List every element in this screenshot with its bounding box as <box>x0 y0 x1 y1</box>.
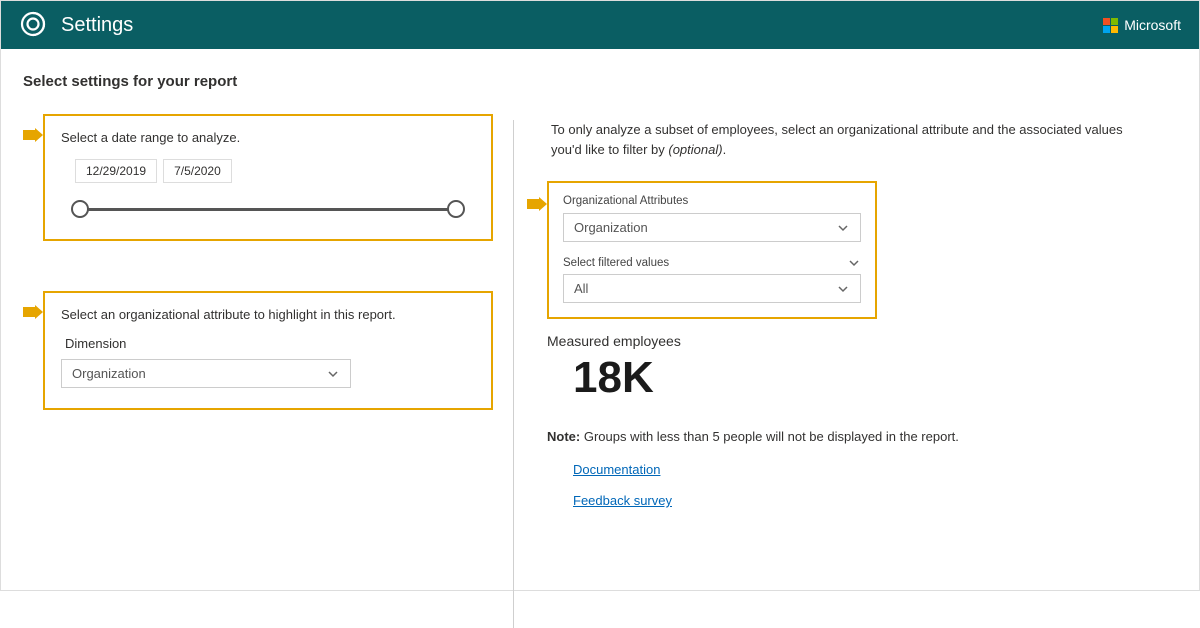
feedback-survey-link[interactable]: Feedback survey <box>573 493 1177 508</box>
brand-microsoft: Microsoft <box>1103 17 1181 33</box>
column-divider <box>513 120 514 628</box>
section-title: Select settings for your report <box>23 73 1177 90</box>
dimension-select-value: Organization <box>72 366 146 381</box>
filter-intro-text: To only analyze a subset of employees, s… <box>551 120 1151 159</box>
date-end-input[interactable]: 7/5/2020 <box>163 159 232 183</box>
org-attributes-label: Organizational Attributes <box>563 195 861 207</box>
chevron-down-icon[interactable] <box>847 256 861 270</box>
filtered-values-label: Select filtered values <box>563 257 669 269</box>
chevron-down-icon <box>326 367 340 381</box>
callout-arrow-icon <box>527 197 547 211</box>
filtered-values-value: All <box>574 281 588 296</box>
microsoft-logo-icon <box>1103 18 1118 33</box>
dimension-select[interactable]: Organization <box>61 359 351 388</box>
callout-arrow-icon <box>23 128 43 142</box>
date-range-label: Select a date range to analyze. <box>61 130 475 145</box>
documentation-link[interactable]: Documentation <box>573 462 1177 477</box>
measured-employees-label: Measured employees <box>547 333 1177 349</box>
attribute-highlight-label: Select an organizational attribute to hi… <box>61 307 475 322</box>
app-logo-icon <box>19 10 47 41</box>
date-range-slider[interactable] <box>71 199 465 219</box>
brand-label: Microsoft <box>1124 17 1181 33</box>
chevron-down-icon <box>836 282 850 296</box>
page-title: Settings <box>61 14 133 37</box>
measured-employees-value: 18K <box>573 353 1177 403</box>
attribute-highlight-panel: Select an organizational attribute to hi… <box>43 291 493 410</box>
filtered-values-select[interactable]: All <box>563 274 861 303</box>
callout-arrow-icon <box>23 305 43 319</box>
app-header: Settings Microsoft <box>1 1 1199 49</box>
date-range-panel: Select a date range to analyze. 12/29/20… <box>43 114 493 241</box>
note-text: Note: Groups with less than 5 people wil… <box>547 429 1177 444</box>
dimension-field-label: Dimension <box>65 336 475 351</box>
org-attributes-value: Organization <box>574 220 648 235</box>
org-attributes-select[interactable]: Organization <box>563 213 861 242</box>
date-start-input[interactable]: 12/29/2019 <box>75 159 157 183</box>
filter-panel: Organizational Attributes Organization S… <box>547 181 877 319</box>
chevron-down-icon <box>836 221 850 235</box>
